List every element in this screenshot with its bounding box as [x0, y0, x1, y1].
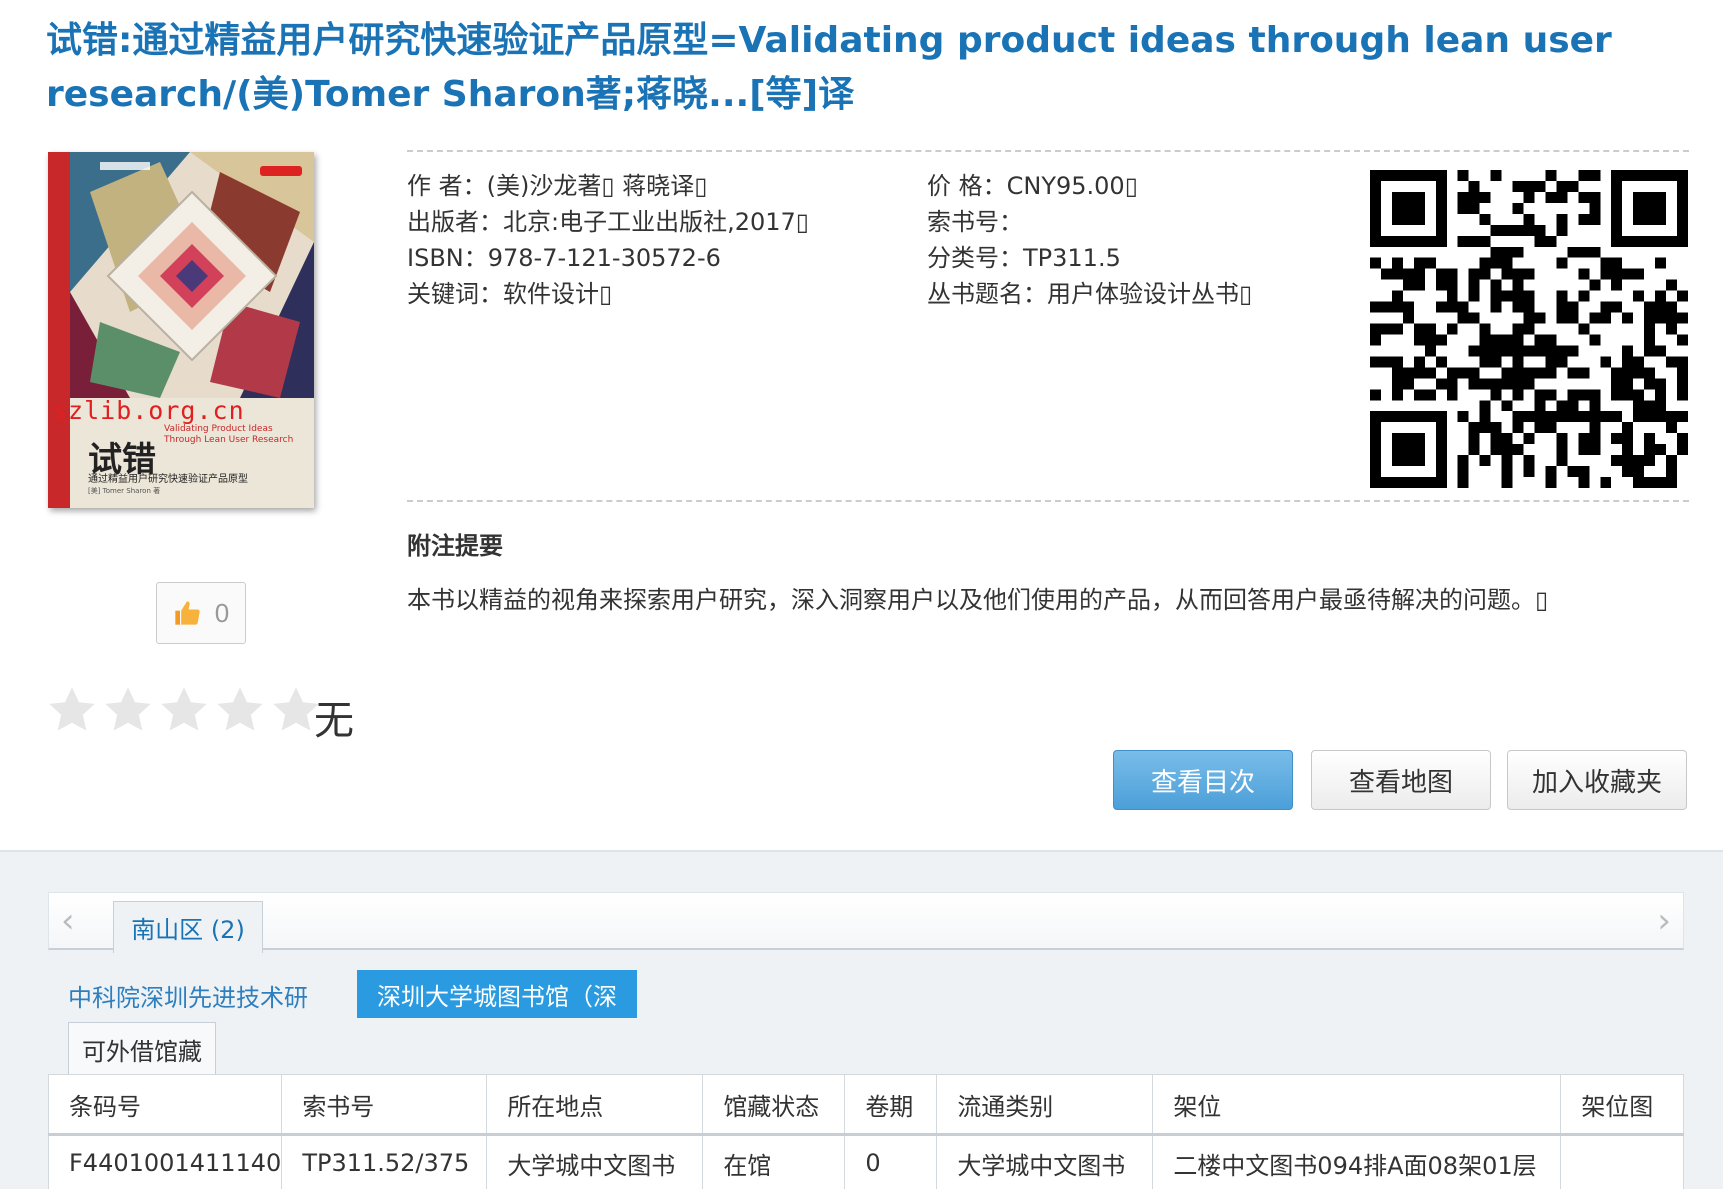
- cover-artwork: [70, 152, 314, 398]
- keywords-field: 关键词：软件设计▯: [407, 280, 613, 308]
- cover-spine: [48, 152, 70, 508]
- metadata-left: 作 者：(美)沙龙著▯ 蒋晓译▯ 出版者：北京:电子工业出版社,2017▯ IS…: [407, 168, 809, 312]
- book-cover-image: szlib.org.cn 试错 Validating Product Ideas…: [48, 152, 314, 508]
- cover-english-subtitle-line: Through Lean User Research: [164, 435, 294, 445]
- column-header-call-number: 索书号: [281, 1074, 488, 1136]
- column-header-shelf-map: 架位图: [1560, 1074, 1684, 1136]
- publisher-field: 出版者：北京:电子工业出版社,2017▯: [407, 208, 809, 236]
- column-header-barcode: 条码号: [47, 1074, 283, 1136]
- tab-lendable-holdings[interactable]: 可外借馆藏: [68, 1022, 216, 1076]
- view-toc-button[interactable]: 查看目次: [1113, 750, 1293, 810]
- divider: [407, 150, 1689, 152]
- add-favorite-button[interactable]: 加入收藏夹: [1507, 750, 1687, 810]
- metadata-right: 价 格：CNY95.00▯ 索书号： 分类号：TP311.5 丛书题名：用户体验…: [927, 168, 1252, 312]
- cell-circulation: 大学城中文图书: [936, 1134, 1154, 1189]
- cell-shelf-map[interactable]: [1560, 1134, 1684, 1189]
- cell-shelf: 二楼中文图书094排A面08架01层: [1152, 1134, 1562, 1189]
- summary-heading: 附注提要: [407, 532, 503, 560]
- chevron-left-icon[interactable]: ‹: [61, 901, 75, 941]
- book-title: 试错:通过精益用户研究快速验证产品原型=Validating product i…: [46, 20, 1612, 115]
- cell-barcode: F4401001411140: [47, 1134, 283, 1189]
- isbn-field: ISBN：978-7-121-30572-6: [407, 244, 721, 272]
- cell-volume: 0: [844, 1134, 938, 1189]
- cover-author: [美] Tomer Sharon 著: [88, 487, 161, 495]
- star-icon[interactable]: [214, 684, 266, 736]
- cell-status: 在馆: [702, 1134, 846, 1189]
- tab-nanshan[interactable]: 南山区 (2): [113, 901, 263, 953]
- table-row: F4401001411140 TP311.52/375 大学城中文图书 在馆 0…: [47, 1134, 1684, 1189]
- qr-code: [1370, 170, 1688, 488]
- column-header-shelf: 架位: [1152, 1074, 1562, 1136]
- series-field: 丛书题名：用户体验设计丛书▯: [927, 280, 1253, 308]
- chevron-right-icon[interactable]: ›: [1657, 901, 1671, 941]
- thumbs-up-icon: [175, 601, 200, 625]
- cover-english-title-line: Validating Product Ideas: [164, 424, 273, 434]
- summary-text: 本书以精益的视角来探索用户研究，深入洞察用户以及他们使用的产品，从而回答用户最亟…: [407, 586, 1549, 614]
- column-header-location: 所在地点: [486, 1074, 704, 1136]
- star-icon[interactable]: [158, 684, 210, 736]
- star-icon[interactable]: [46, 684, 98, 736]
- classification-field: 分类号：TP311.5: [927, 244, 1121, 272]
- table-header-row: 条码号 索书号 所在地点 馆藏状态 卷期 流通类别 架位 架位图: [47, 1074, 1684, 1136]
- call-number-field: 索书号：: [927, 208, 1023, 236]
- star-rating[interactable]: [46, 684, 322, 736]
- library-tab-university-town[interactable]: 深圳大学城图书馆（深: [357, 970, 637, 1018]
- region-tabbar: ‹ 南山区 (2) ›: [48, 892, 1684, 953]
- column-header-volume: 卷期: [844, 1074, 938, 1136]
- cover-watermark: szlib.org.cn: [52, 396, 245, 425]
- library-link-siat[interactable]: 中科院深圳先进技术研: [68, 978, 308, 1013]
- star-icon[interactable]: [102, 684, 154, 736]
- cover-english-title: Validating Product Ideas Through Lean Us…: [164, 424, 293, 446]
- cover-subtitle: 通过精益用户研究快速验证产品原型: [88, 474, 248, 485]
- cell-location: 大学城中文图书: [486, 1134, 704, 1189]
- like-count: 0: [214, 597, 230, 628]
- author-field: 作 者：(美)沙龙著▯ 蒋晓译▯: [407, 172, 708, 200]
- cell-call-number: TP311.52/375: [281, 1134, 488, 1189]
- price-field: 价 格：CNY95.00▯: [927, 172, 1138, 200]
- column-header-circulation: 流通类别: [936, 1074, 1154, 1136]
- holdings-table: 条码号 索书号 所在地点 馆藏状态 卷期 流通类别 架位 架位图 F440100…: [47, 1074, 1684, 1189]
- rating-text: 无: [314, 698, 354, 744]
- divider: [407, 500, 1689, 502]
- column-header-status: 馆藏状态: [702, 1074, 846, 1136]
- view-map-button[interactable]: 查看地图: [1311, 750, 1491, 810]
- like-button[interactable]: 0: [156, 582, 246, 644]
